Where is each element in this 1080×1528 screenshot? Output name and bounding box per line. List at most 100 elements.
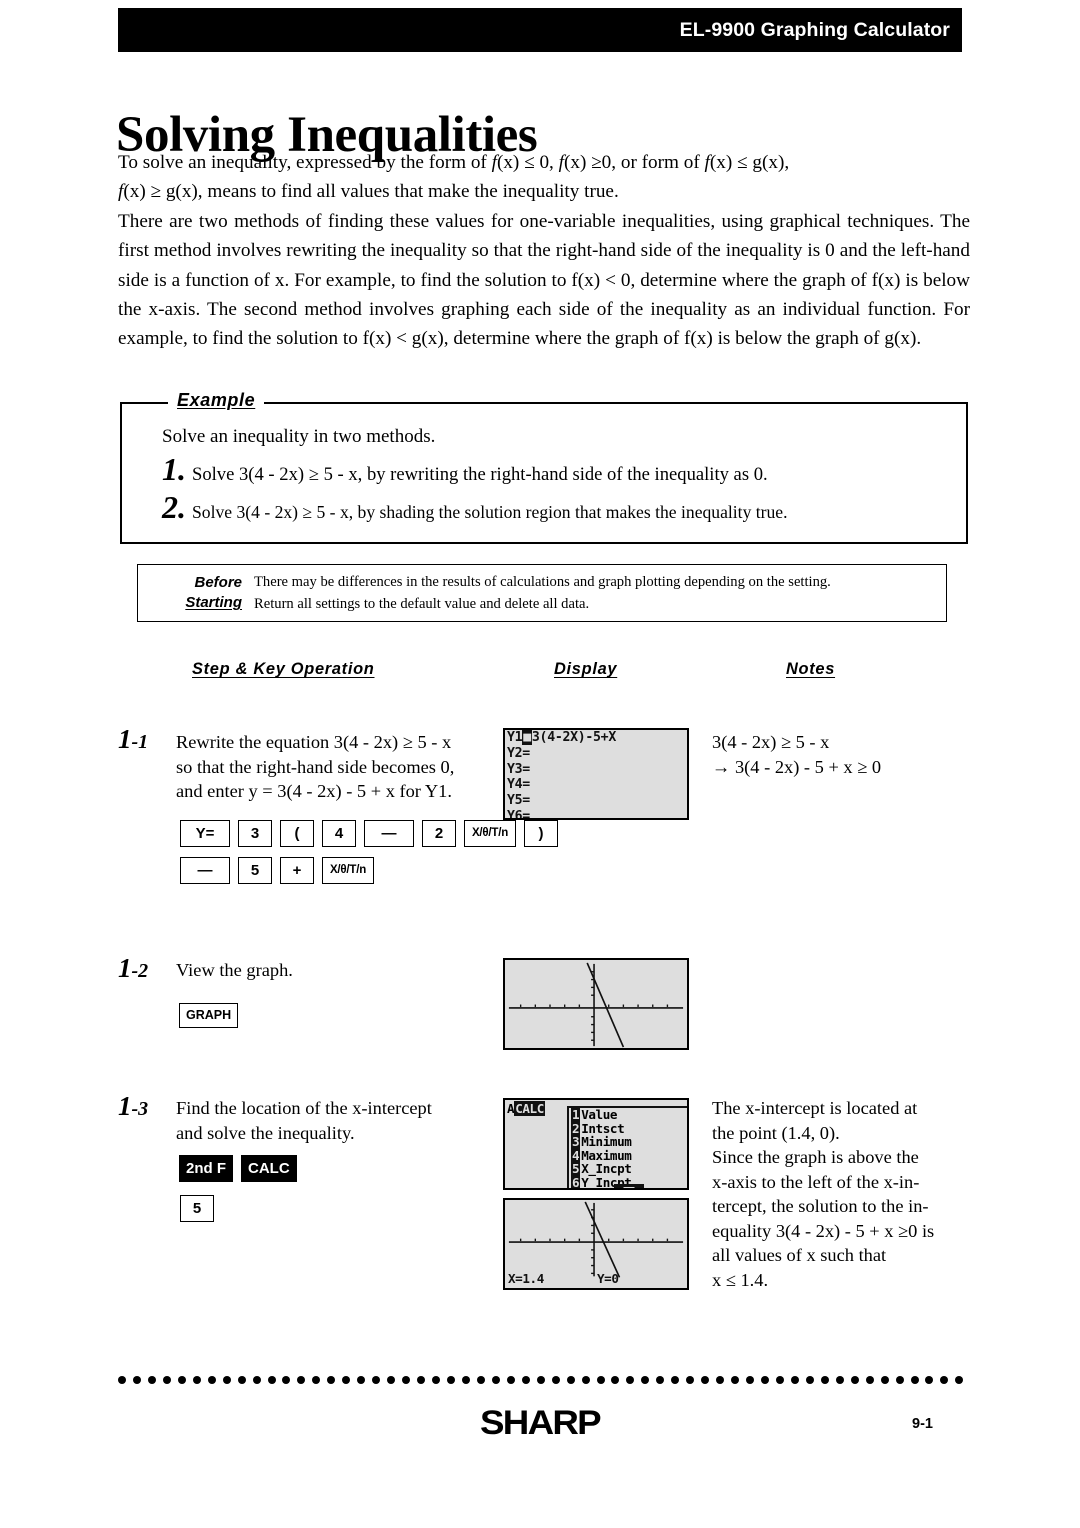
example-item-1-text: Solve 3(4 - 2x) ≥ 5 - x, by rewriting th…	[192, 464, 768, 485]
display-equation-editor: Y1■3(4-2X)-5+X Y2= Y3= Y4= Y5= Y6=	[503, 728, 689, 820]
step-1-3-note-line2: the point (1.4, 0).	[712, 1122, 840, 1143]
rule-dot	[237, 1376, 246, 1384]
step-1-3-key-row-1: 2nd F CALC	[179, 1155, 297, 1182]
intro-paragraph-1-line2: f(x) ≥ g(x), means to find all values th…	[118, 177, 970, 206]
calc-menu-header: ACALC	[507, 1101, 545, 1116]
rule-dot	[865, 1376, 874, 1384]
calc-menu-key-6: 6	[571, 1174, 581, 1190]
rule-dot	[282, 1376, 291, 1384]
step-1-1-line3: and enter y = 3(4 - 2x) - 5 + x for Y1.	[176, 781, 452, 801]
rule-dot	[192, 1376, 201, 1384]
key-x-theta-t-n[interactable]: X/θ/T/n	[464, 820, 516, 847]
rule-dot	[611, 1376, 620, 1384]
rule-dot	[880, 1376, 889, 1384]
rule-dot	[940, 1376, 949, 1384]
key-x-theta-t-n-2[interactable]: X/θ/T/n	[322, 857, 374, 884]
rule-dot	[476, 1376, 485, 1384]
rule-dot	[551, 1376, 560, 1384]
key-3[interactable]: 3	[238, 820, 272, 847]
step-1-1-minor: -1	[131, 731, 149, 753]
calc-menu-item-minimum[interactable]: 3 Minimum	[569, 1134, 687, 1150]
rule-dot	[701, 1376, 710, 1384]
key-left-paren[interactable]: (	[280, 820, 314, 847]
step-1-1-note-line2: → 3(4 - 2x) - 5 + x ≥ 0	[712, 756, 882, 777]
intro-p1-seg3: (x) ≥0, or form of	[563, 152, 705, 173]
rule-dot	[716, 1376, 725, 1384]
header-title: EL-9900 Graphing Calculator	[679, 18, 950, 41]
example-body: Solve an inequality in two methods. 1. S…	[162, 424, 952, 525]
intro-p1-seg2: (x) ≤ 0,	[496, 152, 559, 173]
calc-menu-item-maximum[interactable]: 4 Maximum	[569, 1147, 687, 1163]
step-1-2-description: View the graph.	[176, 958, 506, 983]
equation-row-y1: Y1■3(4-2X)-5+X	[507, 730, 616, 746]
calc-menu-item-x-incpt[interactable]: 5 X_Incpt	[569, 1161, 687, 1177]
rule-dot	[132, 1376, 141, 1384]
before-starting-text: There may be differences in the results …	[254, 571, 831, 615]
example-intro-line: Solve an inequality in two methods.	[162, 426, 436, 447]
rule-dot	[641, 1376, 650, 1384]
step-1-3-line1: Find the location of the x-intercept	[176, 1098, 432, 1118]
equation-row-y6: Y6=	[507, 808, 530, 820]
column-header-step: Step & Key Operation	[192, 660, 375, 678]
rule-dot	[626, 1376, 635, 1384]
display-graph-x-intercept: X=1.4 Y=0	[503, 1198, 689, 1290]
rule-dot	[252, 1376, 261, 1384]
key-graph[interactable]: GRAPH	[179, 1003, 239, 1028]
rule-dot	[895, 1376, 904, 1384]
y1-body: 3(4-2X)-5+X	[531, 730, 616, 745]
scroll-down-arrow-icon[interactable]	[614, 1184, 644, 1188]
key-5-menu-select[interactable]: 5	[180, 1195, 214, 1222]
step-1-1-line1: Rewrite the equation 3(4 - 2x) ≥ 5 - x	[176, 732, 452, 752]
rule-dot	[805, 1376, 814, 1384]
rule-dot	[536, 1376, 545, 1384]
calc-menu-item-intsct[interactable]: 2 Intsct	[569, 1120, 687, 1136]
step-1-2-major: 1	[118, 953, 132, 983]
equation-row-y5: Y5=	[507, 793, 530, 809]
key-y-equals[interactable]: Y=	[180, 820, 230, 847]
rule-dot	[147, 1376, 156, 1384]
before-starting-label: Before Starting	[158, 573, 242, 613]
rule-dot	[775, 1376, 784, 1384]
key-calc[interactable]: CALC	[241, 1155, 297, 1182]
key-plus[interactable]: +	[280, 857, 314, 884]
graph-y-readout: Y=0	[597, 1271, 619, 1286]
calc-menu-key-1: 1	[571, 1107, 581, 1122]
key-minus[interactable]: —	[364, 820, 414, 847]
key-2nd-f[interactable]: 2nd F	[179, 1155, 233, 1182]
example-item-2-number: 2.	[162, 489, 186, 525]
page-number: 9-1	[912, 1416, 933, 1432]
step-1-1-note-line1: 3(4 - 2x) ≥ 5 - x	[712, 732, 830, 752]
step-1-1-line2: so that the right-hand side becomes 0,	[176, 756, 455, 777]
page-header-bar: EL-9900 Graphing Calculator	[118, 8, 962, 52]
calc-menu-item-value[interactable]: 1 Value	[569, 1107, 687, 1122]
key-minus-2[interactable]: —	[180, 857, 230, 884]
key-2[interactable]: 2	[422, 820, 456, 847]
rule-dot	[955, 1376, 964, 1384]
equation-row-y2: Y2=	[507, 745, 530, 761]
intro-text-block: To solve an inequality, expressed by the…	[118, 148, 970, 354]
equation-row-y4: Y4=	[507, 777, 530, 793]
rule-dot	[731, 1376, 740, 1384]
step-number-1-2: 1-2	[118, 955, 148, 982]
step-1-3-note-line8: x ≤ 1.4.	[712, 1269, 769, 1290]
example-item-2-text: Solve 3(4 - 2x) ≥ 5 - x, by shading the …	[192, 502, 788, 522]
step-1-3-key-row-2: 5	[180, 1195, 214, 1222]
key-5[interactable]: 5	[238, 857, 272, 884]
rule-dot	[671, 1376, 680, 1384]
equation-editor-rows: Y1■3(4-2X)-5+X Y2= Y3= Y4= Y5= Y6=	[507, 730, 616, 820]
y1-label: Y1	[507, 730, 523, 745]
step-1-1-notes: 3(4 - 2x) ≥ 5 - x → 3(4 - 2x) - 5 + x ≥ …	[712, 730, 972, 779]
display-graph-view	[503, 958, 689, 1050]
intro-p1-line2-text: (x) ≥ g(x), means to find all values tha…	[123, 181, 619, 203]
step-1-3-note-line1: The x-intercept is located at	[712, 1098, 918, 1118]
before-starting-box: Before Starting There may be differences…	[137, 564, 947, 622]
rule-dot	[581, 1376, 590, 1384]
intro-p1-seg4: (x) ≤ g(x),	[709, 152, 790, 173]
rule-dot	[686, 1376, 695, 1384]
example-item-1: 1. Solve 3(4 - 2x) ≥ 5 - x, by rewriting…	[162, 453, 952, 487]
step-1-2-key-row-1: GRAPH	[179, 1003, 239, 1028]
step-1-1-description: Rewrite the equation 3(4 - 2x) ≥ 5 - x s…	[176, 730, 506, 804]
intro-paragraph-1: To solve an inequality, expressed by the…	[118, 148, 970, 177]
key-right-paren[interactable]: )	[524, 820, 558, 847]
key-4[interactable]: 4	[322, 820, 356, 847]
